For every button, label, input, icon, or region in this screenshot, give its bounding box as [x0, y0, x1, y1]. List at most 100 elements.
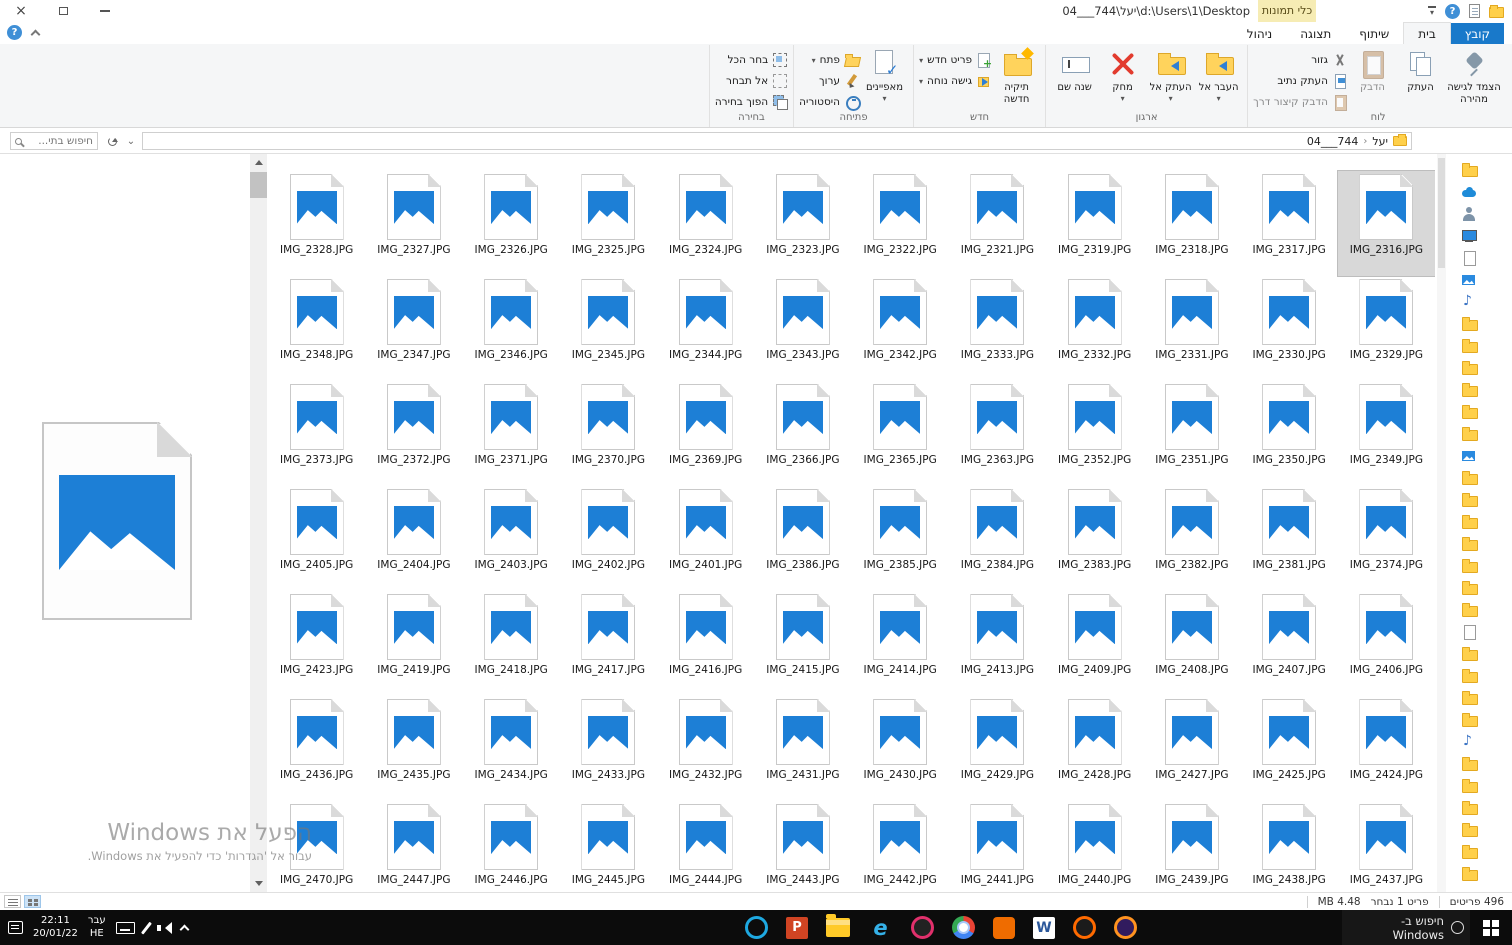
file-item[interactable]: IMG_2343.JPG: [754, 276, 851, 381]
camera-icon[interactable]: [911, 916, 934, 939]
file-item[interactable]: IMG_2372.JPG: [365, 381, 462, 486]
breadcrumb-item[interactable]: 744___04: [1307, 135, 1359, 148]
edit-button[interactable]: ערוך: [799, 73, 860, 89]
file-item[interactable]: IMG_2363.JPG: [949, 381, 1046, 486]
music-icon[interactable]: [1461, 294, 1477, 310]
file-item[interactable]: IMG_2345.JPG: [560, 276, 657, 381]
folder-icon[interactable]: [1461, 646, 1477, 662]
file-item[interactable]: IMG_2366.JPG: [754, 381, 851, 486]
folder-icon[interactable]: [1461, 536, 1477, 552]
customize-arrow-icon[interactable]: ▾: [1428, 6, 1436, 16]
easy-access-button[interactable]: גישה נוחה▾: [919, 73, 992, 89]
file-item[interactable]: IMG_2443.JPG: [754, 801, 851, 892]
start-button[interactable]: [1470, 910, 1512, 945]
folder-icon[interactable]: [1461, 668, 1477, 684]
file-item[interactable]: IMG_2407.JPG: [1241, 591, 1338, 696]
file-item[interactable]: IMG_2440.JPG: [1046, 801, 1143, 892]
folder-icon[interactable]: [1461, 800, 1477, 816]
minimize-icon[interactable]: [84, 0, 126, 22]
address-history-chevron-icon[interactable]: ⌄: [123, 134, 139, 149]
history-button[interactable]: היסטוריה: [799, 94, 860, 110]
file-item[interactable]: IMG_2325.JPG: [560, 171, 657, 276]
file-item[interactable]: IMG_2330.JPG: [1241, 276, 1338, 381]
scroll-up-icon[interactable]: [250, 154, 267, 171]
tab-share[interactable]: שיתוף: [1345, 23, 1403, 44]
file-item[interactable]: IMG_2348.JPG: [268, 276, 365, 381]
copy-path-button[interactable]: העתק נתיב: [1253, 73, 1348, 89]
file-item[interactable]: IMG_2408.JPG: [1143, 591, 1240, 696]
paste-shortcut-button[interactable]: הדבק קיצור דרך: [1253, 94, 1348, 110]
properties-button[interactable]: מאפיינים: [861, 47, 908, 111]
folder-icon[interactable]: [1461, 558, 1477, 574]
file-item[interactable]: IMG_2415.JPG: [754, 591, 851, 696]
page-icon[interactable]: [1461, 250, 1477, 266]
close-icon[interactable]: ×: [0, 0, 42, 22]
file-item[interactable]: IMG_2324.JPG: [657, 171, 754, 276]
details-view-icon[interactable]: [4, 895, 21, 908]
taskbar-clock[interactable]: 22:11 20/01/22: [33, 915, 78, 940]
file-item[interactable]: IMG_2384.JPG: [949, 486, 1046, 591]
file-item[interactable]: IMG_2405.JPG: [268, 486, 365, 591]
file-item[interactable]: IMG_2328.JPG: [268, 171, 365, 276]
folder-icon[interactable]: [1461, 602, 1477, 618]
file-list-scrollbar[interactable]: [250, 154, 267, 892]
folder-icon[interactable]: [1461, 470, 1477, 486]
address-bar[interactable]: יעל ‹ 744___04: [142, 132, 1412, 150]
file-item[interactable]: IMG_2434.JPG: [463, 696, 560, 801]
file-item[interactable]: IMG_2319.JPG: [1046, 171, 1143, 276]
rename-button[interactable]: שנה שם: [1051, 47, 1098, 111]
file-item[interactable]: IMG_2385.JPG: [852, 486, 949, 591]
file-item[interactable]: IMG_2429.JPG: [949, 696, 1046, 801]
folder-icon[interactable]: [1461, 404, 1477, 420]
file-item[interactable]: IMG_2332.JPG: [1046, 276, 1143, 381]
cloud-icon[interactable]: [1461, 184, 1477, 200]
select-all-button[interactable]: בחר הכל: [715, 52, 788, 68]
delete-button[interactable]: מחק: [1099, 47, 1146, 111]
file-item[interactable]: IMG_2424.JPG: [1338, 696, 1435, 801]
help-icon[interactable]: ?: [1445, 4, 1460, 19]
file-item[interactable]: IMG_2383.JPG: [1046, 486, 1143, 591]
new-item-button[interactable]: פריט חדש▾: [919, 52, 992, 68]
folder-icon[interactable]: [1461, 580, 1477, 596]
new-folder-button[interactable]: תיקיה חדשה: [993, 47, 1040, 111]
folder-icon[interactable]: [1461, 162, 1477, 178]
folder-icon[interactable]: [1461, 316, 1477, 332]
file-item[interactable]: IMG_2401.JPG: [657, 486, 754, 591]
file-item[interactable]: IMG_2409.JPG: [1046, 591, 1143, 696]
folder-icon[interactable]: [1461, 492, 1477, 508]
chrome-icon[interactable]: [952, 916, 975, 939]
file-item[interactable]: IMG_2445.JPG: [560, 801, 657, 892]
scroll-down-icon[interactable]: [250, 875, 267, 892]
folder-icon[interactable]: [1461, 866, 1477, 882]
folder-icon[interactable]: [1461, 756, 1477, 772]
file-item[interactable]: IMG_2351.JPG: [1143, 381, 1240, 486]
file-item[interactable]: IMG_2439.JPG: [1143, 801, 1240, 892]
file-item[interactable]: IMG_2370.JPG: [560, 381, 657, 486]
folder-icon[interactable]: [1461, 822, 1477, 838]
file-item[interactable]: IMG_2442.JPG: [852, 801, 949, 892]
copy-button[interactable]: העתק: [1397, 47, 1444, 111]
file-item[interactable]: IMG_2317.JPG: [1241, 171, 1338, 276]
invert-selection-button[interactable]: הפוך בחירה: [715, 94, 788, 110]
move-to-button[interactable]: העבר אל: [1195, 47, 1242, 111]
file-item[interactable]: IMG_2418.JPG: [463, 591, 560, 696]
pen-icon[interactable]: [141, 921, 152, 934]
properties-icon[interactable]: [1469, 4, 1480, 18]
file-item[interactable]: IMG_2344.JPG: [657, 276, 754, 381]
search-box[interactable]: [10, 132, 98, 150]
file-item[interactable]: IMG_2425.JPG: [1241, 696, 1338, 801]
file-item[interactable]: IMG_2417.JPG: [560, 591, 657, 696]
tab-view[interactable]: תצוגה: [1286, 23, 1345, 44]
refresh-icon[interactable]: [104, 134, 120, 149]
file-item[interactable]: IMG_2381.JPG: [1241, 486, 1338, 591]
file-item[interactable]: IMG_2350.JPG: [1241, 381, 1338, 486]
file-item[interactable]: IMG_2386.JPG: [754, 486, 851, 591]
file-item[interactable]: IMG_2321.JPG: [949, 171, 1046, 276]
file-item[interactable]: IMG_2382.JPG: [1143, 486, 1240, 591]
edge-icon[interactable]: e: [868, 915, 893, 940]
folder-icon[interactable]: [1461, 844, 1477, 860]
file-item[interactable]: IMG_2374.JPG: [1338, 486, 1435, 591]
file-item[interactable]: IMG_2331.JPG: [1143, 276, 1240, 381]
file-item[interactable]: IMG_2404.JPG: [365, 486, 462, 591]
tab-home[interactable]: בית: [1403, 22, 1451, 44]
